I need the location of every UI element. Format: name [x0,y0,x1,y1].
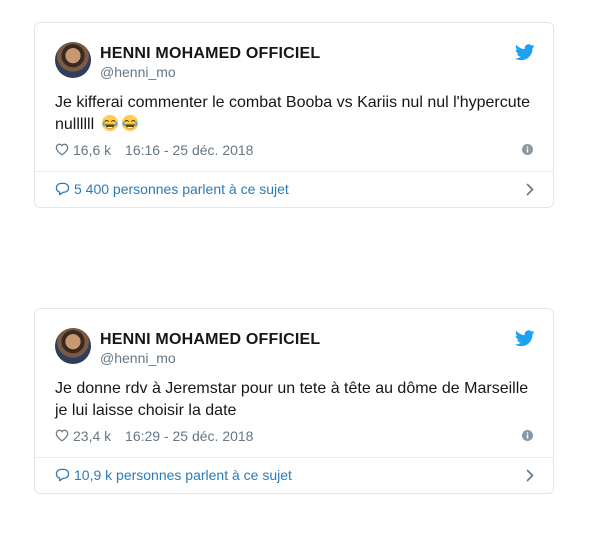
tweet-text: Je kifferai commenter le combat Booba vs… [55,92,540,136]
heart-icon[interactable] [55,429,69,442]
conversation-count[interactable]: 10,9 k personnes parlent à ce sujet [74,467,292,483]
conversation-count[interactable]: 5 400 personnes parlent à ce sujet [74,181,289,197]
tears-of-joy-emoji [121,114,138,132]
tweet-card[interactable]: HENNI MOHAMED OFFICIEL @henni_mo Je kiff… [34,22,554,208]
heart-icon[interactable] [55,143,69,156]
display-name[interactable]: HENNI MOHAMED OFFICIEL [100,330,320,349]
speech-bubble-icon [55,182,70,196]
tweet-header: HENNI MOHAMED OFFICIEL @henni_mo [55,42,535,82]
tweet-text: Je donne rdv à Jeremstar pour un tete à … [55,378,540,422]
like-count[interactable]: 16,6 k [73,142,111,158]
info-icon[interactable] [522,144,533,155]
author-names[interactable]: HENNI MOHAMED OFFICIEL @henni_mo [100,330,320,367]
chevron-right-icon[interactable] [526,469,535,482]
divider [35,457,553,458]
tweet-card[interactable]: HENNI MOHAMED OFFICIEL @henni_mo Je donn… [34,308,554,494]
tweet-meta: 16,6 k 16:16 - 25 déc. 2018 [55,140,535,160]
avatar[interactable] [55,42,91,78]
like-action[interactable]: 16,6 k [55,142,125,158]
user-handle[interactable]: @henni_mo [100,63,320,81]
tweet-text-body: Je donne rdv à Jeremstar pour un tete à … [55,380,529,419]
tweet-meta: 23,4 k 16:29 - 25 déc. 2018 [55,426,535,446]
twitter-bird-icon[interactable] [515,330,535,347]
chevron-right-icon[interactable] [526,183,535,196]
tears-of-joy-emoji [101,114,118,132]
conversation-link[interactable]: 5 400 personnes parlent à ce sujet [55,177,535,201]
timestamp[interactable]: 16:16 - 25 déc. 2018 [125,142,253,158]
author-names[interactable]: HENNI MOHAMED OFFICIEL @henni_mo [100,44,320,81]
tweet-header: HENNI MOHAMED OFFICIEL @henni_mo [55,328,535,368]
divider [35,171,553,172]
like-count[interactable]: 23,4 k [73,428,111,444]
info-icon[interactable] [522,430,533,441]
display-name[interactable]: HENNI MOHAMED OFFICIEL [100,44,320,63]
speech-bubble-icon [55,468,70,482]
user-handle[interactable]: @henni_mo [100,349,320,367]
twitter-bird-icon[interactable] [515,44,535,61]
conversation-link[interactable]: 10,9 k personnes parlent à ce sujet [55,463,535,487]
avatar[interactable] [55,328,91,364]
timestamp[interactable]: 16:29 - 25 déc. 2018 [125,428,253,444]
like-action[interactable]: 23,4 k [55,428,125,444]
